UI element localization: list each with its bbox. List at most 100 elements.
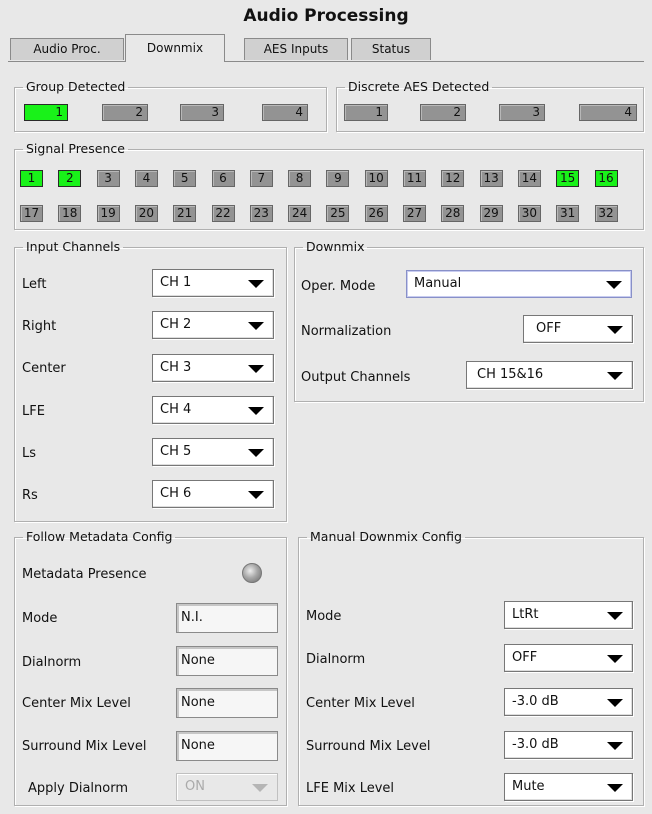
manual-dialnorm-dropdown[interactable]: OFF — [504, 644, 633, 672]
output-channels-dropdown[interactable]: CH 15&16 — [466, 361, 633, 389]
rs-channel-dropdown[interactable]: CH 6 — [152, 480, 274, 508]
aes-indicator-2: 2 — [420, 104, 466, 121]
group-indicator-4: 4 — [262, 104, 308, 121]
metadata-presence-led-icon — [242, 563, 262, 583]
center-channel-dropdown[interactable]: CH 3 — [152, 354, 274, 382]
center-channel-value: CH 3 — [160, 360, 192, 375]
oper-mode-label: Oper. Mode — [301, 279, 376, 294]
group-indicator-2: 2 — [102, 104, 148, 121]
signal-indicator-27: 27 — [403, 205, 426, 222]
normalization-value: OFF — [536, 321, 562, 336]
chevron-down-icon — [248, 407, 264, 415]
aes-indicator-3: 3 — [499, 104, 545, 121]
chevron-down-icon — [248, 280, 264, 288]
tab-audio-proc[interactable]: Audio Proc. — [10, 38, 124, 60]
metadata-presence-label: Metadata Presence — [22, 567, 147, 582]
left-channel-value: CH 1 — [160, 275, 192, 290]
lfe-channel-dropdown[interactable]: CH 4 — [152, 396, 274, 424]
signal-indicator-25: 25 — [326, 205, 350, 222]
chevron-down-icon — [607, 326, 623, 334]
signal-indicator-30: 30 — [517, 205, 541, 222]
signal-indicator-28: 28 — [441, 205, 465, 222]
signal-indicator-3: 3 — [96, 170, 120, 187]
chevron-down-icon — [607, 612, 623, 620]
output-channels-label: Output Channels — [301, 370, 411, 385]
tab-downmix[interactable]: Downmix — [125, 34, 225, 62]
rs-channel-value: CH 6 — [160, 486, 192, 501]
lfe-channel-label: LFE — [22, 404, 45, 419]
apply-dialnorm-dropdown[interactable]: ON — [176, 773, 278, 801]
chevron-down-icon — [248, 491, 264, 499]
signal-indicator-8: 8 — [288, 170, 312, 187]
chevron-down-icon — [248, 365, 264, 373]
metadata-surround-mix-field: None — [176, 731, 278, 761]
right-channel-dropdown[interactable]: CH 2 — [152, 311, 274, 339]
manual-surround-mix-value: -3.0 dB — [512, 737, 559, 752]
signal-indicator-29: 29 — [479, 205, 503, 222]
signal-indicator-1: 1 — [20, 170, 43, 187]
ls-channel-value: CH 5 — [160, 444, 192, 459]
discrete-aes-legend: Discrete AES Detected — [348, 79, 490, 94]
manual-downmix-legend: Manual Downmix Config — [310, 529, 462, 544]
downmix-legend: Downmix — [306, 239, 365, 254]
manual-center-mix-dropdown[interactable]: -3.0 dB — [504, 688, 633, 716]
signal-indicator-5: 5 — [173, 170, 197, 187]
manual-center-mix-label: Center Mix Level — [306, 696, 415, 711]
signal-indicator-20: 20 — [134, 205, 158, 222]
right-channel-label: Right — [22, 319, 57, 334]
signal-indicator-11: 11 — [403, 170, 426, 187]
input-channels-legend: Input Channels — [26, 239, 121, 254]
chevron-down-icon — [252, 784, 268, 792]
manual-lfe-mix-dropdown[interactable]: Mute — [504, 773, 633, 801]
normalization-dropdown[interactable]: OFF — [523, 315, 633, 343]
left-channel-dropdown[interactable]: CH 1 — [152, 269, 274, 297]
manual-mode-dropdown[interactable]: LtRt — [504, 601, 633, 629]
manual-center-mix-value: -3.0 dB — [512, 694, 559, 709]
tab-status[interactable]: Status — [351, 38, 431, 60]
signal-indicator-22: 22 — [211, 205, 235, 222]
chevron-down-icon — [248, 449, 264, 457]
left-channel-label: Left — [22, 277, 47, 292]
signal-indicator-32: 32 — [594, 205, 618, 222]
group-indicator-1: 1 — [24, 104, 68, 121]
oper-mode-dropdown[interactable]: Manual — [406, 270, 632, 298]
signal-presence-legend: Signal Presence — [26, 141, 125, 156]
rs-channel-label: Rs — [22, 488, 38, 503]
signal-indicator-13: 13 — [479, 170, 503, 187]
ls-channel-label: Ls — [22, 446, 37, 461]
tab-aes-inputs[interactable]: AES Inputs — [244, 38, 348, 60]
signal-indicator-24: 24 — [288, 205, 312, 222]
signal-indicator-14: 14 — [517, 170, 541, 187]
tab-divider — [8, 61, 644, 62]
signal-indicator-16: 16 — [594, 170, 618, 187]
signal-indicator-17: 17 — [20, 205, 43, 222]
metadata-dialnorm-field: None — [176, 646, 278, 676]
manual-mode-value: LtRt — [512, 607, 539, 622]
chevron-down-icon — [607, 784, 623, 792]
center-channel-label: Center — [22, 361, 66, 376]
lfe-channel-value: CH 4 — [160, 402, 192, 417]
metadata-dialnorm-label: Dialnorm — [22, 655, 82, 670]
aes-indicator-1: 1 — [344, 104, 388, 121]
signal-indicator-10: 10 — [364, 170, 388, 187]
manual-lfe-mix-label: LFE Mix Level — [306, 781, 395, 796]
normalization-label: Normalization — [301, 324, 392, 339]
signal-indicator-26: 26 — [364, 205, 388, 222]
manual-dialnorm-label: Dialnorm — [306, 652, 366, 667]
signal-indicator-21: 21 — [173, 205, 197, 222]
signal-indicator-7: 7 — [249, 170, 273, 187]
signal-indicator-19: 19 — [96, 205, 120, 222]
signal-indicator-18: 18 — [58, 205, 82, 222]
manual-dialnorm-value: OFF — [512, 650, 538, 665]
metadata-mode-field: N.I. — [176, 603, 278, 633]
window-title: Audio Processing — [243, 6, 409, 26]
right-channel-value: CH 2 — [160, 317, 192, 332]
signal-indicator-31: 31 — [556, 205, 580, 222]
ls-channel-dropdown[interactable]: CH 5 — [152, 438, 274, 466]
manual-surround-mix-dropdown[interactable]: -3.0 dB — [504, 731, 633, 759]
follow-metadata-legend: Follow Metadata Config — [26, 529, 173, 544]
manual-surround-mix-label: Surround Mix Level — [306, 739, 431, 754]
signal-indicator-23: 23 — [249, 205, 273, 222]
group-indicator-3: 3 — [180, 104, 224, 121]
metadata-surround-mix-label: Surround Mix Level — [22, 739, 147, 754]
